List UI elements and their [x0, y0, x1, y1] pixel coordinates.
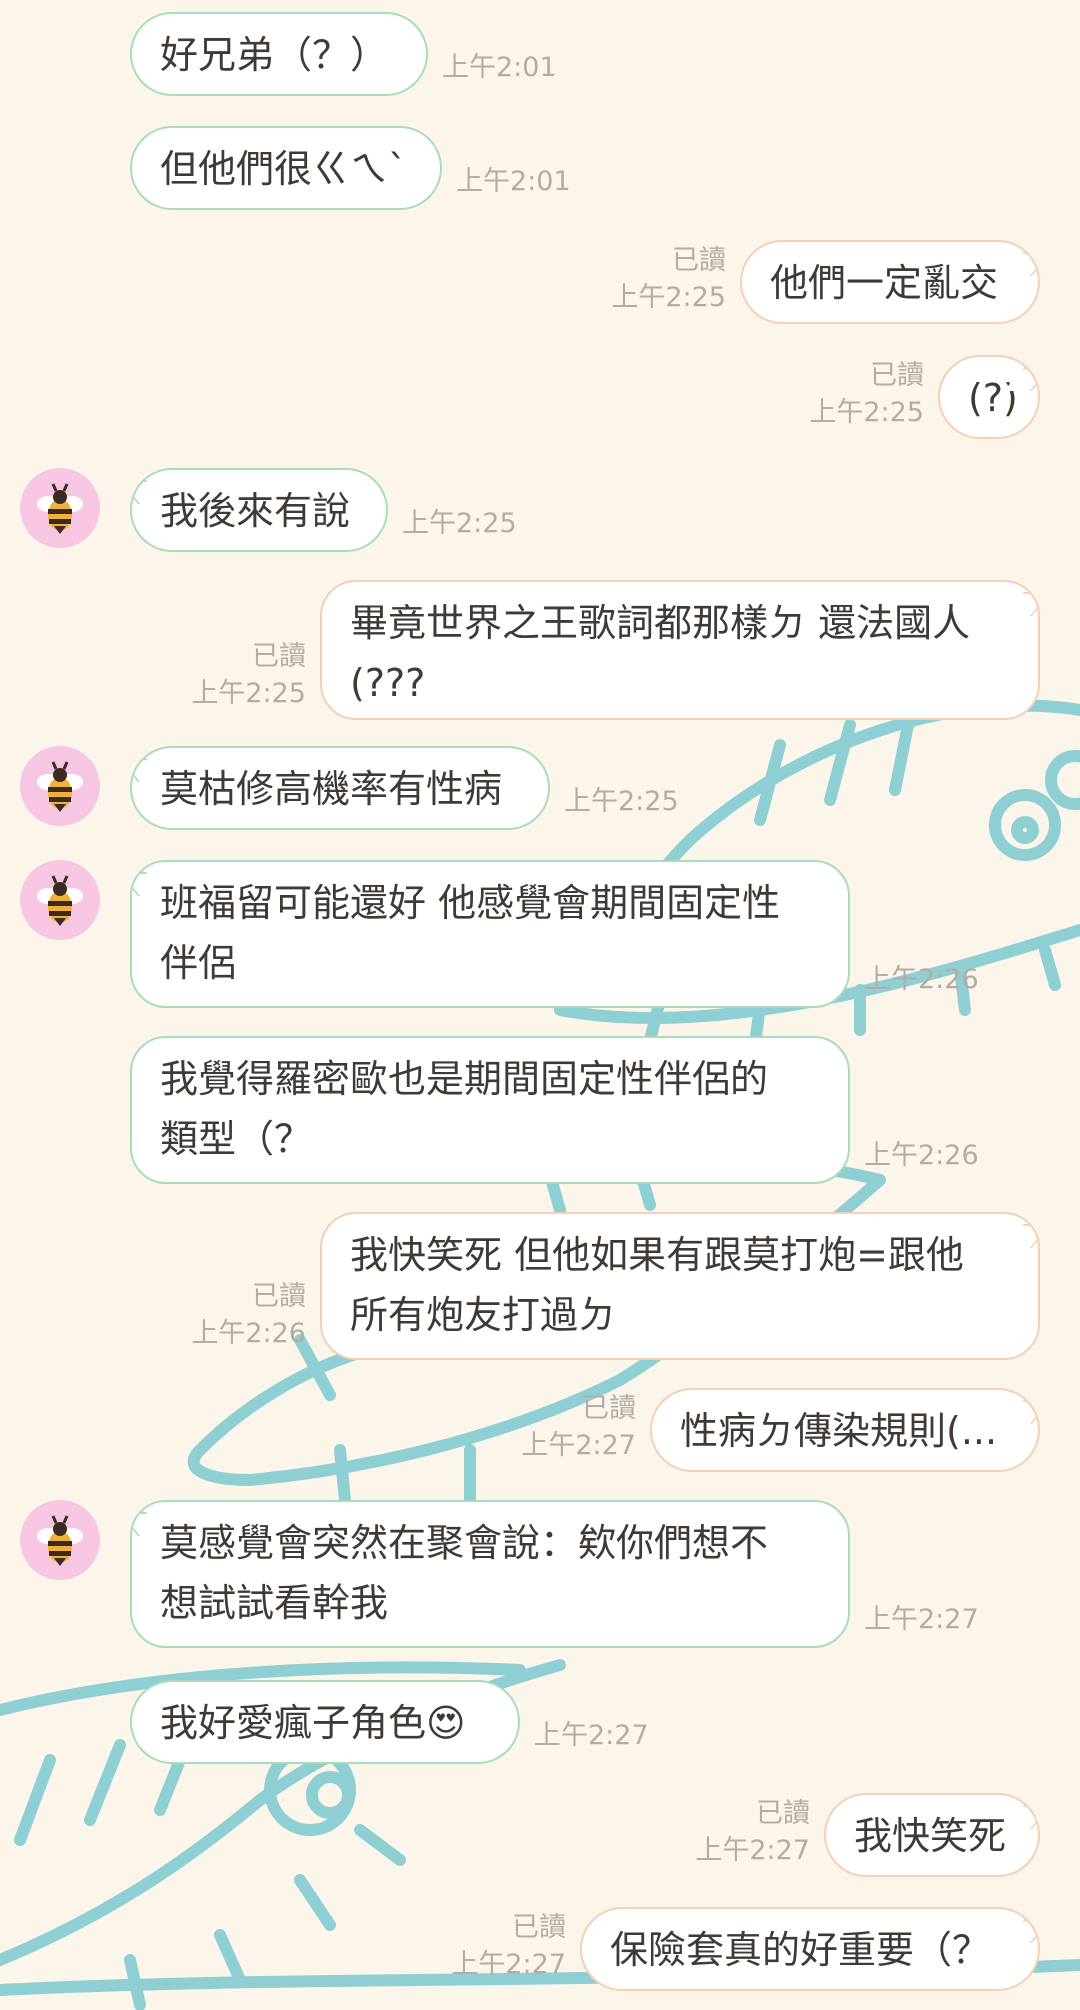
outgoing-message: 他們一定亂交 已讀上午2:25 [0, 240, 1080, 324]
message-bubble[interactable]: 畢竟世界之王歌詞都那樣ㄉ 還法國人 (??? [320, 580, 1040, 720]
outgoing-message: 性病ㄉ傳染規則(... 已讀 上午2:27 [0, 1388, 1080, 1472]
message-bubble[interactable]: 但他們很ㄍㄟˋ [130, 126, 442, 210]
message-bubble[interactable]: 我好愛瘋子角色😍 [130, 1680, 520, 1764]
read-receipt-time: 已讀上午2:27 [521, 1390, 636, 1464]
message-bubble[interactable]: 我快笑死 但他如果有跟莫打炮=跟他 所有炮友打過ㄉ [320, 1212, 1040, 1360]
message-bubble[interactable]: 我後來有說 [130, 468, 388, 552]
outgoing-message: 我快笑死 已讀上午2:27 [0, 1793, 1080, 1877]
message-time: 上午2:25 [809, 397, 924, 428]
chat-message-list[interactable]: 好兄弟（？） 上午2:01 但他們很ㄍㄟˋ 上午2:01 他們一定亂交 已讀 上午2:25(… [0, 0, 1080, 2010]
incoming-message: 班福留可能還好 他感覺會期間固定性 伴侶 上午2:26 [0, 860, 1080, 1008]
read-status: 已讀 [252, 1281, 306, 1312]
message-bubble[interactable]: 我快笑死 [824, 1793, 1040, 1877]
message-bubble[interactable]: 我覺得羅密歐也是期間固定性伴侶的 類型（？ [130, 1036, 850, 1184]
read-status: 已讀 [870, 360, 924, 391]
message-time: 上午2:01 [442, 52, 557, 83]
incoming-message: 但他們很ㄍㄟˋ 上午2:01 [0, 126, 1080, 210]
outgoing-message: 畢竟世界之王歌詞都那樣ㄉ 還法國人 (??? 已讀 上午2:25 [0, 580, 1080, 720]
message-time: 上午2:27 [451, 1949, 566, 1980]
message-time: 上午2:01 [456, 166, 571, 197]
read-status: 已讀 [756, 1798, 810, 1829]
message-time: 上午2:27 [695, 1835, 810, 1866]
read-receipt-time: 已讀上午2:26 [191, 1278, 306, 1352]
contact-avatar[interactable] [20, 468, 100, 548]
bee-icon [37, 761, 83, 812]
read-status: 已讀 [672, 245, 726, 276]
message-bubble[interactable]: 莫枯修高機率有性病 [130, 746, 550, 830]
message-time: 上午2:25 [191, 678, 306, 709]
message-time: 上午2:27 [521, 1430, 636, 1461]
message-bubble[interactable]: 保險套真的好重要（？ [580, 1907, 1040, 1991]
incoming-message: 我好愛瘋子角色😍 上午2:27 [0, 1680, 1080, 1764]
read-receipt-time: 已讀上午2:25 [809, 357, 924, 431]
message-bubble[interactable]: 莫感覺會突然在聚會說：欸你們想不 想試試看幹我 [130, 1500, 850, 1648]
read-status: 已讀 [582, 1393, 636, 1424]
contact-avatar[interactable] [20, 1500, 100, 1580]
incoming-message: 我覺得羅密歐也是期間固定性伴侶的 類型（？ 上午2:26 [0, 1036, 1080, 1184]
message-bubble[interactable]: (?) [938, 355, 1040, 439]
message-bubble[interactable]: 性病ㄉ傳染規則(... [650, 1388, 1040, 1472]
message-time: 上午2:27 [534, 1720, 649, 1751]
incoming-message: 好兄弟（？） 上午2:01 [0, 12, 1080, 96]
message-time: 上午2:25 [402, 508, 517, 539]
bee-icon [37, 875, 83, 926]
read-receipt-time: 已讀上午2:25 [611, 242, 726, 316]
incoming-message: 我後來有說 上午2:25 [0, 468, 1080, 552]
message-time: 上午2:25 [611, 282, 726, 313]
read-receipt-time: 已讀上午2:25 [191, 638, 306, 712]
bee-icon [37, 1515, 83, 1566]
incoming-message: 莫感覺會突然在聚會說：欸你們想不 想試試看幹我 上午2:27 [0, 1500, 1080, 1648]
message-time: 上午2:25 [564, 786, 679, 817]
read-status: 已讀 [252, 641, 306, 672]
message-time: 上午2:27 [864, 1604, 979, 1635]
message-time: 上午2:26 [191, 1318, 306, 1349]
read-receipt-time: 已讀上午2:27 [695, 1795, 810, 1869]
message-time: 上午2:26 [864, 1140, 979, 1171]
message-bubble[interactable]: 班福留可能還好 他感覺會期間固定性 伴侶 [130, 860, 850, 1008]
message-bubble[interactable]: 好兄弟（？） [130, 12, 428, 96]
read-status: 已讀 [512, 1912, 566, 1943]
incoming-message: 莫枯修高機率有性病 上午2:25 [0, 746, 1080, 830]
outgoing-message: (?) 已讀 上午2:25 [0, 355, 1080, 439]
message-time: 上午2:26 [864, 964, 979, 995]
contact-avatar[interactable] [20, 746, 100, 826]
read-receipt-time: 已讀上午2:27 [451, 1909, 566, 1983]
message-bubble[interactable]: 他們一定亂交 [740, 240, 1040, 324]
bee-icon [37, 483, 83, 534]
contact-avatar[interactable] [20, 860, 100, 940]
outgoing-message: 保險套真的好重要（？ 已讀 上午2:27 [0, 1907, 1080, 1991]
outgoing-message: 我快笑死 但他如果有跟莫打炮=跟他 所有炮友打過ㄉ 已讀上午2:26 [0, 1212, 1080, 1360]
